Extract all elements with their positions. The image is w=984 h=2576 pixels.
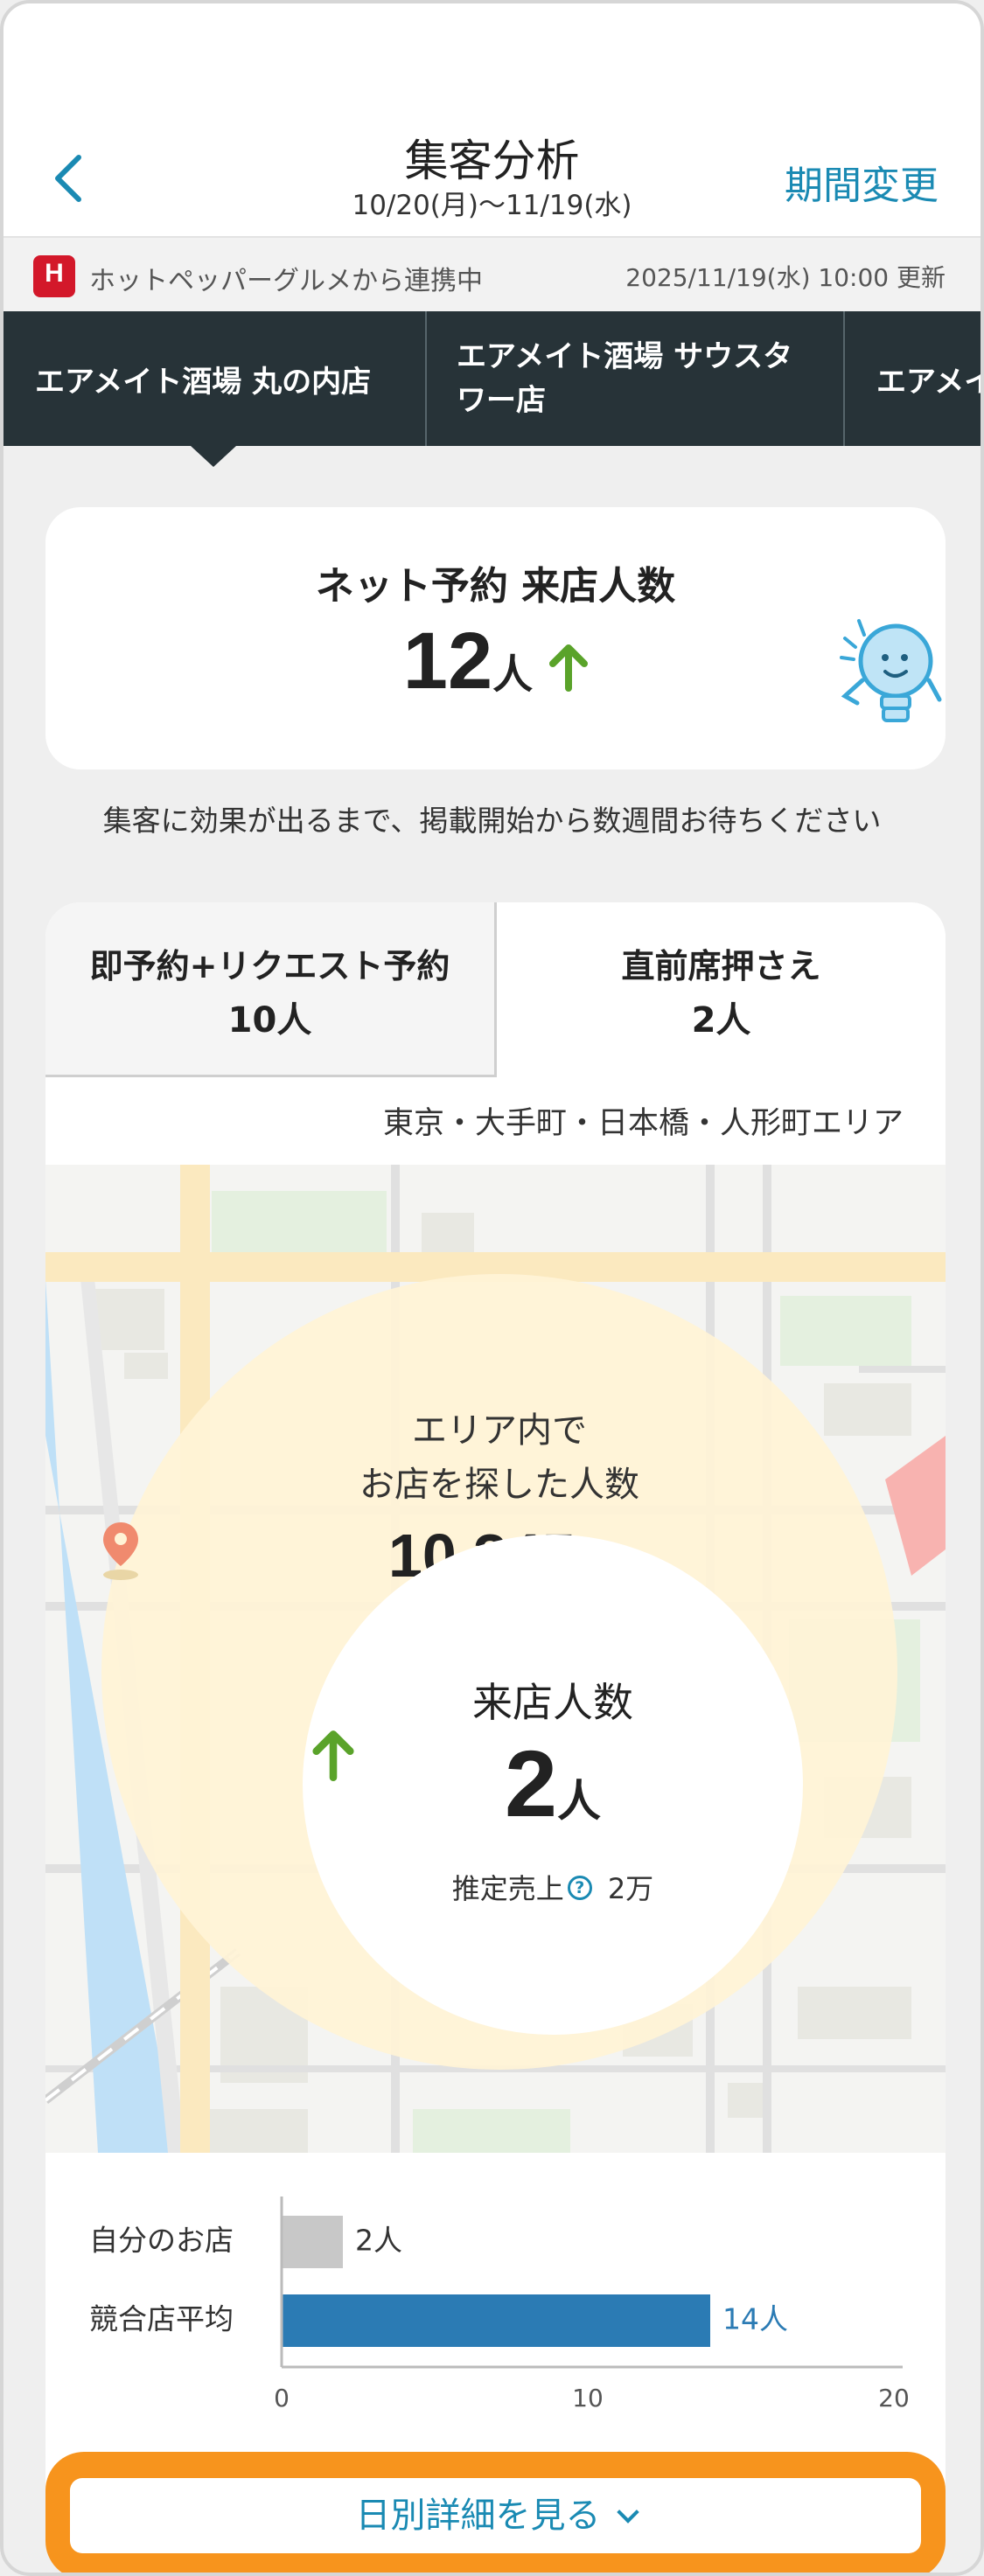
- visits-value: 2人: [303, 1729, 803, 1838]
- active-tab-pointer: [191, 446, 236, 467]
- bar-value-label: 2人: [355, 2224, 402, 2258]
- area-map: エリア内で お店を探した人数 10,345人 来店人数 2人: [45, 1165, 946, 2153]
- bar-category-label: 競合店平均: [89, 2302, 234, 2336]
- comparison-bar-chart: 自分のお店 2人競合店平均 14人 0 10 20: [89, 2197, 910, 2412]
- x-tick-label: 10: [572, 2384, 604, 2412]
- sync-info-bar: H ホットペッパーグルメから連携中 2025/11/19(水) 10:00 更新: [3, 236, 981, 311]
- daily-detail-button[interactable]: 日別詳細を見る: [70, 2478, 921, 2553]
- notice-text: 集客に効果が出るまで、掲載開始から数週間お待ちください: [102, 804, 882, 838]
- help-question-icon[interactable]: ?: [567, 1876, 592, 1900]
- bar: [282, 2294, 710, 2347]
- tab-last-minute-seats[interactable]: 直前席押さえ 2人: [497, 902, 946, 1077]
- trend-up-arrow-icon: [312, 1730, 354, 1781]
- bar: [282, 2216, 343, 2268]
- bar-category-label: 自分のお店: [89, 2224, 234, 2258]
- nav-header: 集客分析 10/20(月)〜11/19(水) 期間変更: [3, 3, 981, 236]
- x-tick-label: 20: [878, 2384, 910, 2412]
- visits-circle: 来店人数 2人 推定売上? 2万: [303, 1535, 803, 2035]
- hotpepper-logo-icon: H: [33, 255, 75, 297]
- search-label-line1: エリア内で: [412, 1410, 587, 1451]
- updated-timestamp: 2025/11/19(水) 10:00 更新: [625, 263, 946, 292]
- lightbulb-mascot-icon: [840, 619, 942, 722]
- search-label-line2: お店を探した人数: [359, 1465, 639, 1505]
- bar-value-label: 14人: [722, 2302, 788, 2336]
- visits-title: 来店人数: [472, 1679, 633, 1726]
- store-tab-marunouchi[interactable]: エアメイト酒場 丸の内店: [3, 311, 423, 446]
- estimated-sales: 推定売上? 2万: [451, 1872, 654, 1905]
- reservation-card: 即予約+リクエスト予約 10人 直前席押さえ 2人 東京・大手町・日本橋・人形町…: [45, 902, 946, 2555]
- trend-up-arrow-icon: [549, 644, 589, 692]
- chevron-down-icon: [616, 2501, 639, 2524]
- sync-source-text: ホットペッパーグルメから連携中: [89, 266, 483, 296]
- search-area-circle: エリア内で お店を探した人数 10,345人 来店人数 2人: [101, 1274, 897, 2070]
- area-label: 東京・大手町・日本橋・人形町エリア: [382, 1106, 904, 1141]
- summary-card: ネット予約 来店人数 12人: [45, 507, 946, 769]
- store-tab-third[interactable]: エアメイ: [843, 311, 981, 446]
- x-tick-label: 0: [274, 2384, 290, 2412]
- app-screen: 集客分析 10/20(月)〜11/19(水) 期間変更 H ホットペッパーグルメ…: [0, 0, 984, 2576]
- summary-value: 12人: [45, 616, 946, 707]
- store-tab-south-tower[interactable]: エアメイト酒場 サウスタ ワー店: [425, 311, 843, 446]
- comparison-chart: 自分のお店 2人競合店平均 14人 0 10 20: [45, 2153, 946, 2468]
- tab-instant-request-reservation[interactable]: 即予約+リクエスト予約 10人: [45, 902, 497, 1077]
- location-pin-icon: [103, 1522, 138, 1580]
- summary-title: ネット予約 来店人数: [315, 564, 676, 609]
- store-tabs: エアメイト酒場 丸の内店 エアメイト酒場 サウスタ ワー店 エアメイ: [3, 311, 981, 446]
- daily-detail-button-frame: 日別詳細を見る: [45, 2452, 946, 2573]
- change-period-button[interactable]: 期間変更: [785, 154, 939, 210]
